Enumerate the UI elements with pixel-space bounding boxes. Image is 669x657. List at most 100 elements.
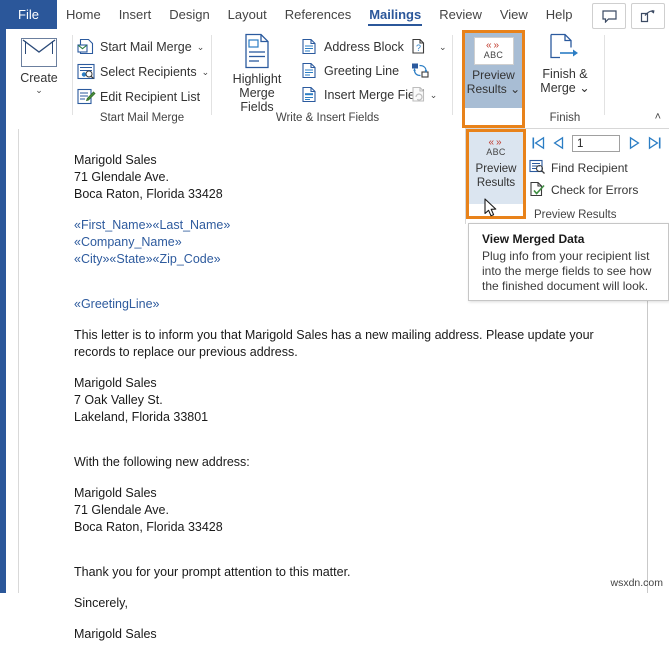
new-address-line-1: Marigold Sales — [74, 486, 157, 500]
go-to-last-record-button[interactable] — [645, 134, 663, 152]
tooltip-view-merged-data: View Merged Data Plug info from your rec… — [468, 223, 669, 301]
tab-review-label: Review — [439, 7, 482, 22]
share-button[interactable] — [631, 3, 665, 29]
tab-file[interactable]: File — [0, 0, 57, 29]
start-mail-merge-button[interactable]: Start Mail Merge ⌄ — [77, 35, 204, 59]
ribbon: Create ⌄ Start Mail Merge ⌄ Select Recip… — [0, 29, 669, 130]
find-recipient-label: Find Recipient — [551, 160, 628, 175]
tab-file-label: File — [18, 7, 39, 22]
signature: Marigold Sales — [74, 627, 157, 641]
tab-home-label: Home — [66, 7, 101, 22]
go-to-previous-record-button[interactable] — [549, 134, 567, 152]
address-block-button[interactable]: Address Block — [301, 35, 404, 59]
go-to-first-record-button[interactable] — [529, 134, 547, 152]
tab-review[interactable]: Review — [430, 0, 491, 29]
go-to-last-record-icon — [648, 136, 660, 150]
update-labels-button[interactable] — [411, 83, 425, 107]
edit-recipient-list-button[interactable]: Edit Recipient List — [77, 85, 200, 109]
check-for-errors-button[interactable]: Check for Errors — [529, 179, 638, 200]
ribbon-group-finish: Finish & Merge ⌄ Finish — [530, 29, 600, 129]
chevron-down-icon: ⌄ — [35, 85, 43, 95]
find-recipient-button[interactable]: Find Recipient — [529, 157, 628, 178]
start-mail-merge-label: Start Mail Merge — [100, 40, 192, 54]
old-address-line-2: 7 Oak Valley St. — [74, 393, 163, 407]
ribbon-group-create: Create ⌄ — [8, 29, 70, 129]
svg-text:?: ? — [416, 43, 421, 53]
find-recipient-icon — [529, 159, 547, 176]
ribbon-group-start-mail-merge: Start Mail Merge ⌄ Select Recipients ⌄ E… — [77, 29, 209, 129]
preview-results-panel: «» ABC Preview Results 1 Find Recipient … — [465, 128, 669, 224]
ribbon-group-preview-results: «» ABC Preview Results ⌄ — [462, 29, 526, 129]
finish-and-merge-label: Finish & Merge ⌄ — [540, 67, 589, 95]
insert-merge-field-icon — [301, 86, 320, 104]
tab-layout-label: Layout — [227, 7, 267, 22]
go-to-previous-record-icon — [552, 136, 563, 150]
abc-preview-icon: «» ABC — [473, 37, 514, 65]
tab-insert[interactable]: Insert — [110, 0, 161, 29]
tab-references[interactable]: References — [276, 0, 360, 29]
go-to-next-record-button[interactable] — [625, 134, 643, 152]
tab-home[interactable]: Home — [57, 0, 110, 29]
panel-preview-results-label: Preview Results — [476, 162, 517, 190]
select-recipients-button[interactable]: Select Recipients ⌄ — [77, 60, 209, 84]
tab-view[interactable]: View — [491, 0, 537, 29]
match-fields-icon — [411, 62, 430, 80]
group-separator — [604, 35, 605, 115]
watermark: wsxdn.com — [610, 577, 663, 589]
abc-label: ABC — [486, 147, 506, 157]
abc-preview-icon: «» ABC — [478, 136, 514, 160]
group-separator — [452, 35, 453, 115]
panel-preview-line-1: Preview — [475, 163, 517, 175]
chevron-down-icon: ⌄ — [429, 89, 438, 100]
highlight-line-1: Highlight — [232, 72, 282, 86]
address-block-icon — [301, 38, 320, 56]
rules-button[interactable]: ? ⌄ — [411, 35, 447, 59]
new-address-block: Marigold Sales 71 Glendale Ave. Boca Rat… — [74, 485, 594, 536]
create-button[interactable]: Create ⌄ — [8, 33, 70, 101]
greeting-line-button[interactable]: Greeting Line — [301, 59, 399, 83]
tab-help[interactable]: Help — [537, 0, 582, 29]
tab-mailings-label: Mailings — [369, 7, 422, 22]
check-for-errors-label: Check for Errors — [551, 182, 639, 197]
finish-label-line-2: Merge — [540, 81, 576, 95]
ribbon-tab-bar: File Home Insert Design Layout Reference… — [0, 0, 669, 30]
tab-layout[interactable]: Layout — [219, 0, 276, 29]
tab-design[interactable]: Design — [160, 0, 218, 29]
highlight-line-2: Merge Fields — [239, 86, 275, 114]
chevron-down-icon: ⌄ — [201, 66, 210, 77]
highlight-merge-fields-button[interactable]: Highlight Merge Fields — [221, 33, 293, 114]
start-mail-merge-group-title: Start Mail Merge — [99, 112, 185, 124]
old-address-line-3: Lakeland, Florida 33801 — [74, 410, 209, 424]
select-recipients-label: Select Recipients — [100, 65, 197, 79]
new-address-line-2: 71 Glendale Ave. — [74, 503, 169, 517]
group-separator — [72, 35, 73, 115]
record-number-input[interactable]: 1 — [572, 134, 620, 152]
chevron-down-icon: ⌄ — [579, 81, 590, 95]
panel-preview-results-button[interactable]: «» ABC Preview Results — [469, 132, 523, 204]
abc-chevrons-icon: «» — [488, 137, 504, 148]
preview-results-button[interactable]: «» ABC Preview Results ⌄ — [464, 32, 523, 108]
left-accent-bar — [0, 129, 6, 593]
tooltip-body: Plug info from your recipient list into … — [482, 249, 652, 293]
new-address-intro: With the following new address: — [74, 455, 250, 469]
collapse-ribbon-button[interactable]: ˄ — [655, 111, 661, 123]
edit-recipient-list-icon — [77, 88, 96, 106]
update-labels-icon — [411, 86, 430, 104]
comment-button[interactable] — [592, 3, 626, 29]
ribbon-group-write-insert-fields: Highlight Merge Fields Address Block Gre… — [215, 29, 447, 129]
envelope-icon — [21, 38, 57, 67]
preview-results-panel-title: Preview Results — [534, 209, 617, 221]
start-mail-merge-icon — [77, 38, 96, 56]
tab-mailings[interactable]: Mailings — [360, 0, 430, 29]
preview-results-label: Preview Results ⌄ — [467, 68, 520, 96]
tooltip-title: View Merged Data — [482, 232, 585, 246]
chevron-down-icon: ⌄ — [439, 41, 447, 52]
finish-and-merge-button[interactable]: Finish & Merge ⌄ — [534, 33, 596, 107]
match-fields-button[interactable] — [411, 59, 434, 83]
group-separator — [211, 35, 212, 115]
greeting-line-label: Greeting Line — [324, 64, 400, 78]
highlight-merge-fields-label: Highlight Merge Fields — [221, 72, 293, 114]
check-for-errors-icon — [529, 181, 547, 198]
